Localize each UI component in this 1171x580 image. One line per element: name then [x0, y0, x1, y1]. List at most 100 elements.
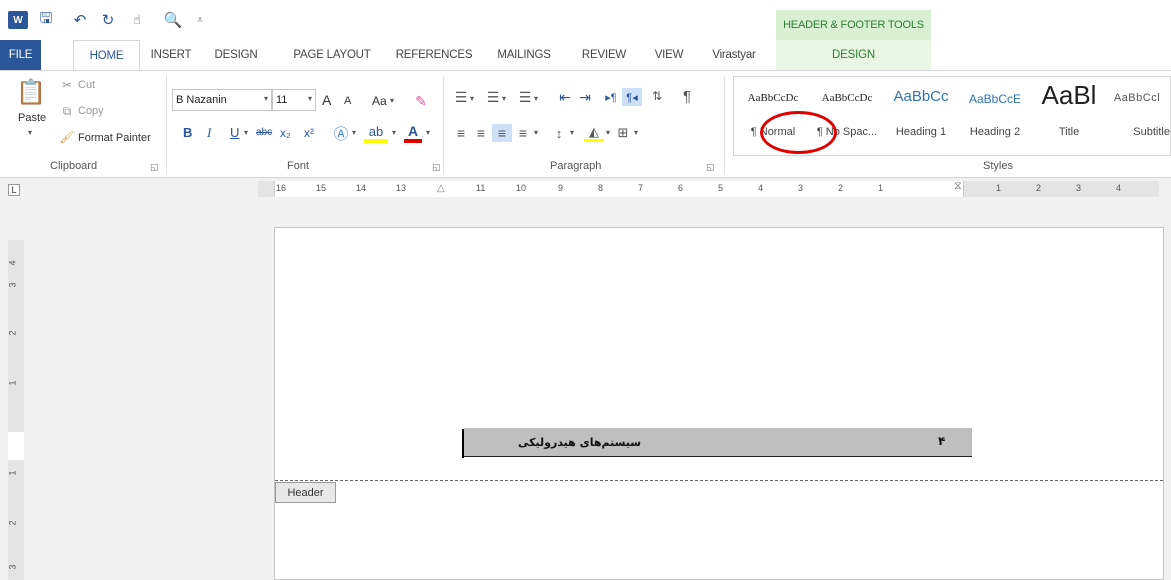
style-name: Heading 1 — [895, 126, 947, 138]
ruler-number: 9 — [558, 183, 564, 193]
chevron-down-icon: ▾ — [352, 128, 357, 137]
justify-icon[interactable]: ≡ — [514, 124, 532, 142]
print-preview-icon[interactable]: 🔍 — [163, 10, 183, 30]
style-heading-2[interactable]: AaBbCcE Heading 2 — [960, 78, 1030, 154]
line-spacing-icon[interactable]: ↕ — [550, 124, 568, 142]
tab-review[interactable]: REVIEW — [574, 40, 634, 70]
ruler-number: 4 — [758, 183, 764, 193]
style-sample: AaBbCcDc — [747, 92, 799, 104]
clipboard-launcher-icon[interactable]: ◱ — [150, 162, 159, 173]
tab-header-footer-design[interactable]: DESIGN — [776, 40, 931, 70]
save-icon[interactable]: 🖫 — [36, 10, 56, 30]
text-cursor — [462, 429, 464, 458]
tab-insert[interactable]: INSERT — [146, 40, 196, 70]
font-color-icon[interactable]: A — [404, 123, 422, 143]
tab-references[interactable]: REFERENCES — [392, 40, 476, 70]
superscript-button[interactable]: x² — [304, 126, 314, 140]
show-formatting-marks-icon[interactable]: ¶ — [678, 86, 696, 106]
indent-marker-icon[interactable]: ⧖ — [954, 180, 962, 193]
cut-icon[interactable]: ✂ — [60, 78, 74, 92]
borders-icon[interactable]: ⊞ — [614, 124, 632, 142]
font-launcher-icon[interactable]: ◱ — [432, 162, 441, 173]
tab-selector-button[interactable]: L — [8, 184, 20, 196]
vertical-ruler-number: 3 — [7, 564, 18, 570]
paste-icon[interactable]: 📋 — [16, 76, 46, 108]
ltr-direction-icon[interactable]: ▸¶ — [602, 88, 620, 106]
vertical-ruler-number: 1 — [7, 380, 18, 386]
style-heading-1[interactable]: AaBbCc Heading 1 — [886, 78, 956, 154]
tab-virastyar[interactable]: Virastyar — [703, 40, 765, 70]
ruler-number: 7 — [638, 183, 644, 193]
font-name-combo[interactable]: B Nazanin ▾ — [172, 89, 272, 111]
ruler-left-margin — [258, 181, 274, 197]
paste-dropdown-icon[interactable]: ▾ — [28, 128, 32, 137]
bold-button[interactable]: B — [183, 125, 192, 140]
align-right-icon[interactable]: ≡ — [492, 124, 512, 142]
chevron-down-icon: ▾ — [426, 128, 431, 137]
hanging-indent-marker-icon[interactable]: △ — [437, 183, 445, 194]
multilevel-list-icon[interactable]: ☰ — [516, 88, 534, 106]
align-center-icon[interactable]: ≡ — [472, 124, 490, 142]
shading-icon[interactable]: ◭ — [584, 124, 604, 142]
undo-icon[interactable]: ↶ — [66, 10, 94, 30]
ruler-number: 2 — [1036, 183, 1042, 193]
clear-formatting-icon[interactable]: ✎ — [412, 92, 430, 110]
bullets-icon[interactable]: ☰ — [452, 88, 470, 106]
tab-view[interactable]: VIEW — [646, 40, 692, 70]
tab-file[interactable]: FILE — [0, 40, 41, 70]
change-case-button[interactable]: Aa — [372, 94, 387, 108]
group-label-paragraph: Paragraph — [550, 160, 602, 172]
ruler-number: 15 — [316, 183, 327, 193]
underline-button[interactable]: U — [230, 125, 239, 140]
horizontal-ruler[interactable] — [274, 181, 964, 197]
paragraph-launcher-icon[interactable]: ◱ — [706, 162, 715, 173]
customize-qat-icon[interactable]: ⩡ — [193, 10, 207, 30]
numbering-icon[interactable]: ☰ — [484, 88, 502, 106]
vertical-ruler-number: 2 — [7, 520, 18, 526]
format-painter-icon[interactable]: 🖌 — [59, 130, 74, 144]
copy-icon[interactable]: ⧉ — [60, 104, 74, 118]
ruler-number: 13 — [396, 183, 407, 193]
vertical-ruler-number: 3 — [7, 282, 18, 288]
redo-icon[interactable]: ↻ — [98, 10, 118, 30]
sort-icon[interactable]: ⇅ — [648, 86, 666, 106]
strikethrough-button[interactable]: abc — [256, 127, 272, 138]
touch-mode-icon[interactable]: ☝ — [126, 10, 148, 30]
grow-font-button[interactable]: A — [322, 92, 331, 108]
subscript-button[interactable]: x₂ — [280, 126, 291, 140]
cut-button[interactable]: Cut — [78, 79, 95, 91]
group-label-clipboard: Clipboard — [50, 160, 98, 172]
increase-indent-icon[interactable]: ⇥ — [576, 88, 594, 106]
shrink-font-button[interactable]: A — [344, 95, 351, 107]
font-size-value: 11 — [276, 94, 288, 106]
header-page-number[interactable]: ۴ — [938, 434, 945, 448]
highlight-icon[interactable]: ab — [364, 123, 388, 143]
tab-mailings[interactable]: MAILINGS — [490, 40, 558, 70]
font-size-combo[interactable]: 11 ▾ — [272, 89, 316, 111]
align-left-icon[interactable]: ≡ — [452, 124, 470, 142]
style-subtitle[interactable]: AaBbCcl Subtitle — [1104, 78, 1170, 154]
header-tag-label[interactable]: Header — [275, 482, 336, 503]
ribbon-divider — [166, 76, 167, 174]
style-title[interactable]: AaBl Title — [1034, 78, 1104, 154]
word-app-icon[interactable]: W — [8, 11, 28, 29]
paste-button-label[interactable]: Paste — [18, 112, 46, 124]
chevron-down-icon: ▾ — [570, 128, 575, 137]
tab-page-layout[interactable]: PAGE LAYOUT — [284, 40, 380, 70]
header-boundary-line — [275, 480, 1163, 481]
text-effects-icon[interactable]: Ⓐ — [332, 124, 350, 143]
rtl-direction-icon[interactable]: ¶◂ — [622, 88, 642, 106]
chevron-down-icon: ▾ — [534, 94, 539, 103]
ruler-number: 8 — [598, 183, 604, 193]
copy-button[interactable]: Copy — [78, 105, 104, 117]
format-painter-button[interactable]: Format Painter — [78, 132, 151, 144]
vertical-ruler[interactable] — [8, 240, 24, 580]
italic-button[interactable]: I — [207, 125, 211, 141]
tab-design[interactable]: DESIGN — [207, 40, 265, 70]
tab-home[interactable]: HOME — [73, 40, 140, 71]
document-page[interactable] — [274, 227, 1164, 580]
chevron-down-icon: ▾ — [307, 94, 312, 103]
decrease-indent-icon[interactable]: ⇤ — [556, 88, 574, 106]
header-title-text[interactable]: سیستم‌های هیدرولیکی — [518, 436, 641, 449]
ruler-number: 10 — [516, 183, 527, 193]
